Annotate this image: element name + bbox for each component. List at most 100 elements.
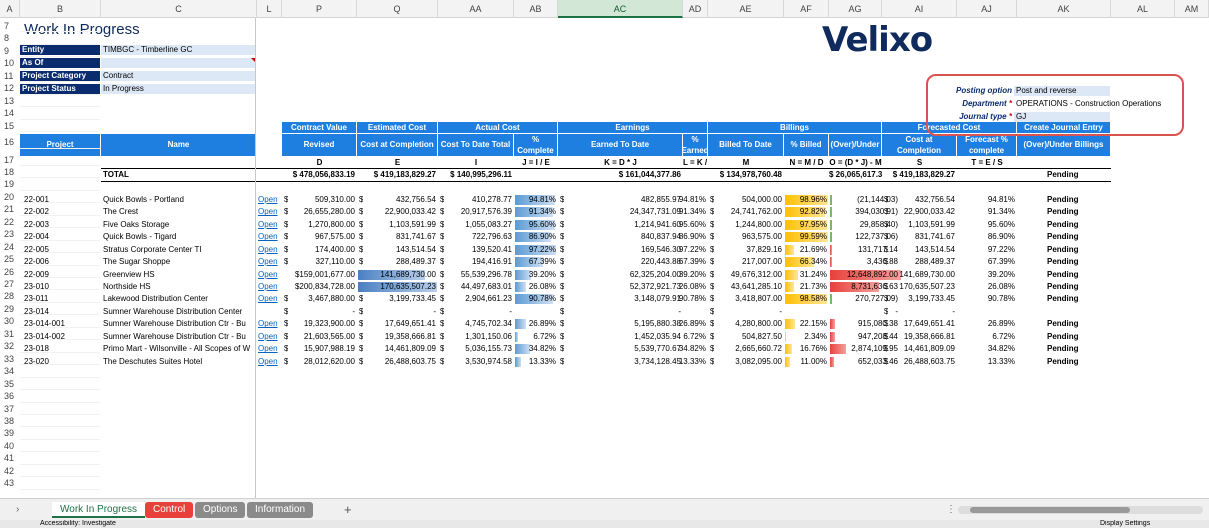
column-header[interactable]: AK: [1017, 0, 1111, 18]
column-header[interactable]: AB: [514, 0, 558, 18]
est-cost-value: 19,358,666.81: [384, 331, 436, 341]
column-header[interactable]: A: [0, 0, 20, 18]
cost-to-date-value: 2,904,661.23: [465, 294, 512, 304]
pct-earned-value: 90.78%: [678, 294, 706, 304]
tab-information[interactable]: Information: [247, 502, 314, 518]
posting-options-highlight: [926, 74, 1184, 136]
open-link[interactable]: Open: [258, 319, 278, 329]
open-link[interactable]: Open: [258, 344, 278, 354]
open-link[interactable]: Open: [258, 220, 278, 230]
column-header[interactable]: AC: [558, 0, 683, 18]
pct-billed-value: 97.95%: [799, 219, 827, 229]
status-badge: Pending: [1047, 319, 1079, 329]
open-link[interactable]: Open: [258, 257, 278, 267]
row-number[interactable]: 24: [0, 241, 20, 253]
row-number[interactable]: 16: [0, 136, 20, 148]
column-header[interactable]: AJ: [957, 0, 1017, 18]
revised-value: 174,400.00: [314, 244, 355, 254]
header-billed-to-date: Billed To Date: [708, 133, 783, 156]
column-header[interactable]: AD: [683, 0, 708, 18]
column-header[interactable]: AF: [784, 0, 829, 18]
open-link[interactable]: Open: [258, 332, 278, 342]
open-link[interactable]: Open: [258, 207, 278, 217]
column-header[interactable]: P: [282, 0, 357, 18]
row-number[interactable]: 22: [0, 216, 20, 228]
tab-control[interactable]: Control: [145, 502, 194, 518]
tab-work-in-progress[interactable]: Work In Progress: [52, 502, 146, 518]
tab-nav-arrow-icon[interactable]: ›: [8, 502, 27, 518]
display-settings[interactable]: Display Settings: [1100, 520, 1150, 528]
status-value[interactable]: In Progress: [101, 84, 255, 94]
row-number[interactable]: 34: [0, 365, 20, 377]
fc-cost-value: 288,489.37: [914, 257, 955, 267]
row-number[interactable]: 13: [0, 95, 20, 107]
row-number[interactable]: 9: [0, 45, 20, 57]
formula-earned: K = D * J: [604, 157, 637, 167]
asof-value[interactable]: [101, 58, 255, 68]
tab-options[interactable]: Options: [195, 502, 246, 518]
pct-billed-value: 99.59%: [799, 232, 827, 242]
row-number[interactable]: 11: [0, 70, 20, 82]
open-link[interactable]: Open: [258, 270, 278, 280]
column-header[interactable]: AA: [438, 0, 514, 18]
entity-value[interactable]: TIMBGC - Timberline GC: [101, 45, 255, 55]
row-number[interactable]: 10: [0, 57, 20, 69]
row-number[interactable]: 41: [0, 452, 20, 464]
row-number[interactable]: 35: [0, 378, 20, 390]
row-number[interactable]: 17: [0, 154, 20, 166]
row-number[interactable]: 31: [0, 328, 20, 340]
open-link[interactable]: Open: [258, 282, 278, 292]
column-header[interactable]: C: [101, 0, 257, 18]
row-number[interactable]: 43: [0, 477, 20, 489]
row-number[interactable]: 29: [0, 303, 20, 315]
accessibility-status[interactable]: Accessibility: Investigate: [40, 520, 116, 528]
cost-to-date-value: 55,539,296.78: [460, 269, 512, 279]
row-number[interactable]: 12: [0, 82, 20, 94]
open-link[interactable]: Open: [258, 294, 278, 304]
row-number[interactable]: 27: [0, 278, 20, 290]
column-header[interactable]: AI: [882, 0, 957, 18]
column-header[interactable]: Q: [357, 0, 438, 18]
forecast-pct-value: 97.22%: [987, 244, 1015, 254]
cost-to-date-value: 722,796.63: [471, 232, 512, 242]
row-number[interactable]: 30: [0, 315, 20, 327]
row-number[interactable]: 28: [0, 290, 20, 302]
row-number[interactable]: 40: [0, 440, 20, 452]
column-header[interactable]: AE: [708, 0, 784, 18]
open-link[interactable]: Open: [258, 232, 278, 242]
row-number[interactable]: 42: [0, 465, 20, 477]
row-number[interactable]: 33: [0, 353, 20, 365]
row-number[interactable]: 18: [0, 166, 20, 178]
row-number[interactable]: 14: [0, 107, 20, 119]
horizontal-scrollbar[interactable]: [958, 506, 1203, 514]
row-number[interactable]: 25: [0, 253, 20, 265]
column-header[interactable]: L: [257, 0, 282, 18]
row-number[interactable]: 36: [0, 390, 20, 402]
row-number[interactable]: 38: [0, 415, 20, 427]
row-number[interactable]: 32: [0, 340, 20, 352]
column-header[interactable]: AL: [1111, 0, 1175, 18]
open-link[interactable]: Open: [258, 357, 278, 367]
row-number[interactable]: 21: [0, 203, 20, 215]
est-cost-value: 1,103,591.99: [389, 219, 436, 229]
open-link[interactable]: Open: [258, 245, 278, 255]
row-number[interactable]: 15: [0, 120, 20, 132]
row-number[interactable]: 20: [0, 191, 20, 203]
category-value[interactable]: Contract: [101, 71, 255, 81]
row-number[interactable]: 8: [0, 32, 20, 44]
row-number[interactable]: 7: [0, 20, 20, 32]
open-link[interactable]: Open: [258, 195, 278, 205]
pct-complete-value: 86.90%: [528, 232, 556, 242]
column-header[interactable]: B: [20, 0, 101, 18]
scrollbar-thumb[interactable]: [970, 507, 1130, 513]
add-sheet-button[interactable]: +: [336, 502, 360, 518]
row-number[interactable]: 19: [0, 178, 20, 190]
header-pct-billed: % Billed: [784, 133, 828, 156]
row-number[interactable]: 26: [0, 266, 20, 278]
row-number[interactable]: 23: [0, 228, 20, 240]
column-header[interactable]: AG: [829, 0, 882, 18]
row-number[interactable]: 39: [0, 427, 20, 439]
row-number[interactable]: 37: [0, 403, 20, 415]
column-header[interactable]: AM: [1175, 0, 1209, 18]
pct-complete-value: 94.81%: [528, 194, 556, 204]
